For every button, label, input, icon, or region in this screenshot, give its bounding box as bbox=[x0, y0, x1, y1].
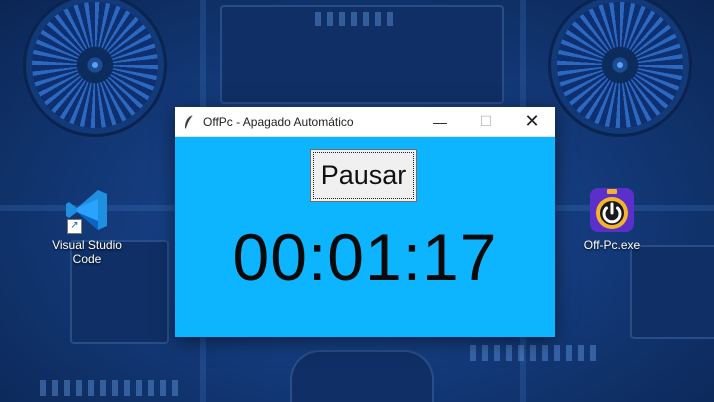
feather-icon bbox=[175, 114, 203, 130]
desktop-icon-vscode[interactable]: ↗ Visual Studio Code bbox=[47, 186, 127, 266]
vscode-icon: ↗ bbox=[63, 186, 111, 234]
minimize-icon: — bbox=[433, 113, 447, 130]
desktop-icon-offpc[interactable]: Off-Pc.exe bbox=[572, 186, 652, 252]
wallpaper-connector bbox=[315, 12, 395, 26]
desktop-icon-label: Off-Pc.exe bbox=[583, 238, 641, 252]
wallpaper-pins bbox=[470, 345, 600, 361]
maximize-icon: ☐ bbox=[479, 113, 493, 129]
close-button[interactable]: ✕ bbox=[509, 107, 555, 136]
wallpaper-fan bbox=[32, 2, 158, 128]
wallpaper-fan bbox=[557, 2, 683, 128]
wallpaper-pins bbox=[40, 380, 180, 396]
wallpaper-chip bbox=[630, 245, 714, 339]
countdown-timer: 00:01:17 bbox=[232, 220, 498, 294]
window-titlebar[interactable]: OffPc - Apagado Automático — ☐ ✕ bbox=[175, 107, 555, 137]
close-icon: ✕ bbox=[524, 111, 540, 131]
wallpaper-chip bbox=[290, 350, 434, 402]
shortcut-arrow-icon: ↗ bbox=[67, 219, 82, 234]
app-window: OffPc - Apagado Automático — ☐ ✕ Pausar … bbox=[175, 107, 555, 337]
window-content: Pausar 00:01:17 bbox=[175, 137, 555, 337]
window-title: OffPc - Apagado Automático bbox=[203, 114, 354, 129]
desktop-background: ↗ Visual Studio Code Off-Pc.exe OffPc - … bbox=[0, 0, 714, 402]
power-timer-icon bbox=[588, 186, 636, 234]
pause-button[interactable]: Pausar bbox=[310, 149, 417, 202]
minimize-button[interactable]: — bbox=[417, 107, 463, 136]
maximize-button[interactable]: ☐ bbox=[463, 107, 509, 136]
desktop-icon-label: Visual Studio Code bbox=[52, 238, 122, 266]
